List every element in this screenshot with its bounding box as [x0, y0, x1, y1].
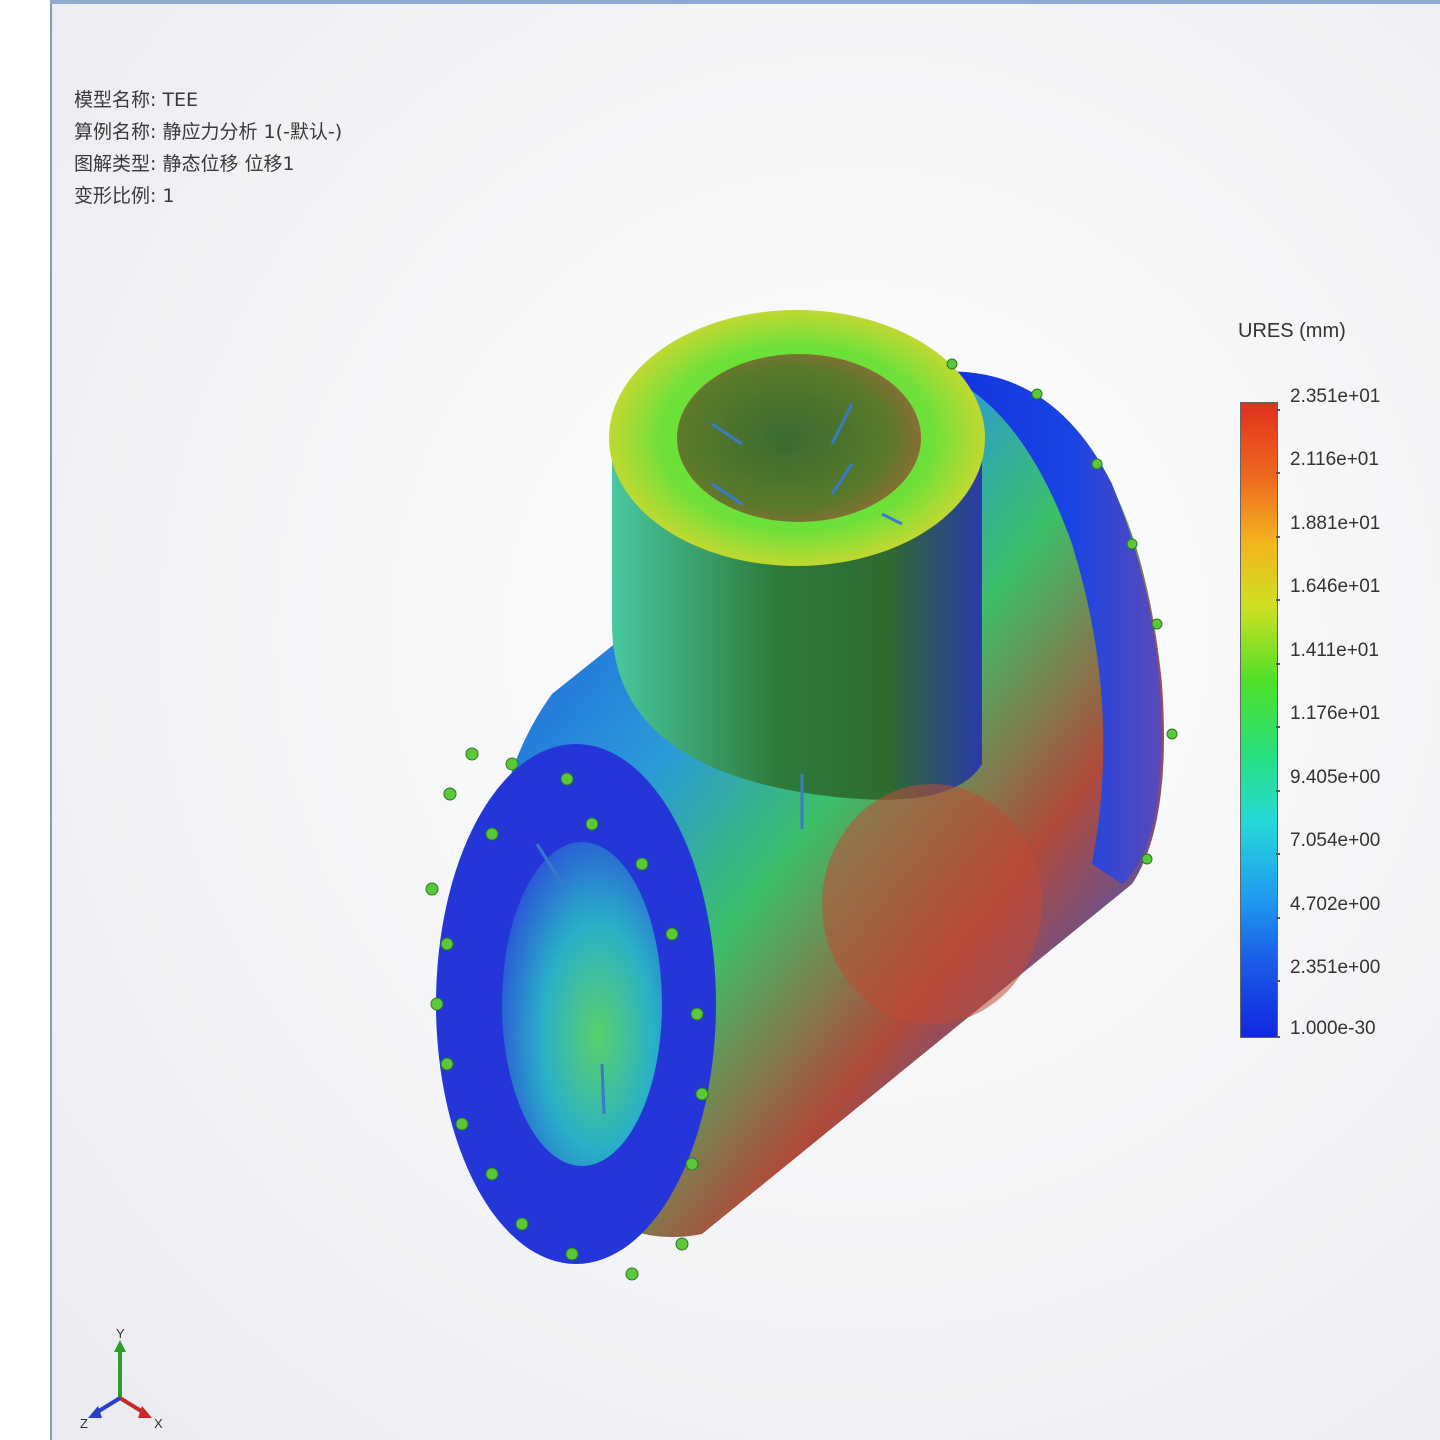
color-scale-bar: [1240, 402, 1278, 1038]
legend-tick: [1276, 1036, 1280, 1038]
graphics-viewport[interactable]: 模型名称: TEE 算例名称: 静应力分析 1(-默认-) 图解类型: 静态位移…: [52, 4, 1440, 1440]
legend-tick: [1276, 980, 1280, 982]
orientation-triad[interactable]: Y X Z: [80, 1324, 200, 1434]
front-bore: [502, 842, 662, 1166]
triad-y-label: Y: [116, 1326, 125, 1341]
legend-label: 2.351e+00: [1290, 957, 1381, 978]
legend-tick: [1276, 409, 1280, 411]
legend-label: 1.176e+01: [1290, 703, 1381, 724]
triad-y-arrowhead: [114, 1340, 126, 1352]
legend-tick: [1276, 536, 1280, 538]
legend-label: 7.054e+00: [1290, 830, 1381, 851]
legend-label: 9.405e+00: [1290, 767, 1381, 788]
legend-tick: [1276, 790, 1280, 792]
legend-label: 1.411e+01: [1290, 640, 1379, 661]
triad-z-arrowhead: [88, 1406, 102, 1418]
legend-label: 1.881e+01: [1290, 513, 1381, 534]
triad-x-arrowhead: [138, 1406, 152, 1418]
legend-title: URES (mm): [1238, 320, 1346, 342]
left-window-frame: [0, 0, 50, 1440]
legend-label: 2.116e+01: [1290, 449, 1379, 470]
legend-tick: [1276, 599, 1280, 601]
triad-x-label: X: [154, 1416, 163, 1431]
legend-label-max: 2.351e+01: [1290, 386, 1381, 407]
max-displacement-region: [822, 784, 1042, 1024]
legend-tick: [1276, 853, 1280, 855]
legend-label: 4.702e+00: [1290, 894, 1381, 915]
legend-label: 1.646e+01: [1290, 576, 1381, 597]
legend-tick: [1276, 472, 1280, 474]
triad-z-label: Z: [80, 1416, 88, 1431]
legend-label-min: 1.000e-30: [1290, 1018, 1376, 1039]
tee-model-plot[interactable]: [52, 4, 1440, 1440]
branch-bore: [677, 354, 921, 522]
legend-tick: [1276, 663, 1280, 665]
legend-tick: [1276, 917, 1280, 919]
legend-tick: [1276, 726, 1280, 728]
